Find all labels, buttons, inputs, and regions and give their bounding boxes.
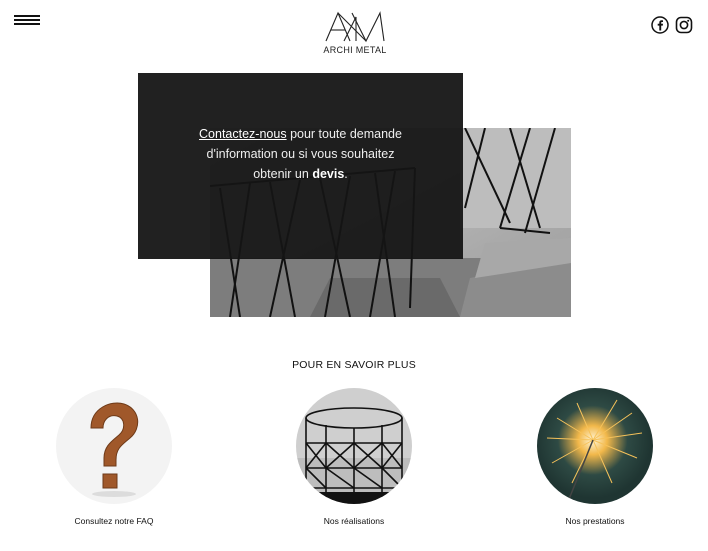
prestations-image xyxy=(537,388,653,504)
devis-link[interactable]: devis xyxy=(312,167,344,181)
logo-text: ARCHI METAL xyxy=(323,45,387,55)
logo-mark-icon xyxy=(325,11,385,43)
section-title: POUR EN SAVOIR PLUS xyxy=(292,359,416,371)
realisations-label: Nos réalisations xyxy=(323,516,385,526)
facebook-icon[interactable] xyxy=(651,16,669,34)
contact-text: Contactez-nous pour toute demande d'info… xyxy=(199,127,402,181)
instagram-icon[interactable] xyxy=(675,16,693,34)
realisations-image xyxy=(296,388,412,504)
faq-image xyxy=(56,388,172,504)
hamburger-menu-icon[interactable] xyxy=(14,15,40,25)
menu-bar xyxy=(14,19,40,21)
menu-bar xyxy=(14,23,40,25)
menu-bar xyxy=(14,15,40,17)
faq-label: Consultez notre FAQ xyxy=(74,516,154,526)
contact-link[interactable]: Contactez-nous xyxy=(199,127,287,141)
prestations-label: Nos prestations xyxy=(565,516,625,526)
faq-card[interactable]: Consultez notre FAQ xyxy=(24,388,204,526)
prestations-card[interactable]: Nos prestations xyxy=(505,388,685,526)
logo[interactable]: ARCHI METAL xyxy=(318,11,392,57)
realisations-card[interactable]: Nos réalisations xyxy=(264,388,444,526)
